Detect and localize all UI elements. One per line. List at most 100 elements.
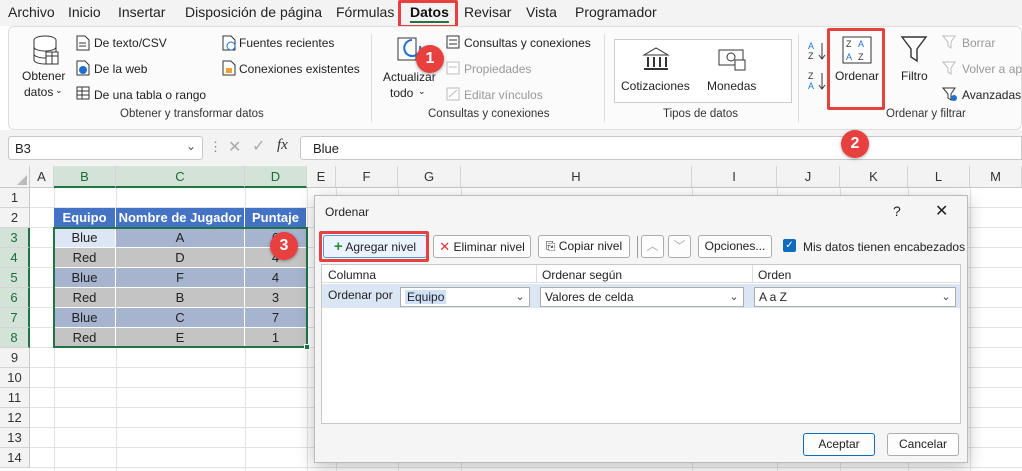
col-header-e[interactable]: E: [307, 166, 336, 188]
col-header-b[interactable]: B: [54, 166, 116, 188]
col-header-f[interactable]: F: [336, 166, 398, 188]
row-header[interactable]: 5: [0, 268, 30, 288]
menu-revisar[interactable]: Revisar: [464, 4, 511, 20]
order-header: Orden: [758, 268, 792, 282]
de-texto-csv-button[interactable]: De texto/CSV: [94, 36, 167, 50]
headers-checkbox[interactable]: ✓: [783, 239, 796, 252]
group-label-tipos: Tipos de datos: [663, 108, 739, 120]
delete-level-button[interactable]: ✕ Eliminar nivel: [433, 235, 531, 258]
table-icon: [76, 86, 90, 100]
delete-x-icon: ✕: [439, 239, 451, 254]
highlight-add-level: [319, 231, 429, 262]
col-header-l[interactable]: L: [908, 166, 970, 188]
svg-text:Z: Z: [808, 51, 814, 61]
cancel-button[interactable]: Cancelar: [887, 433, 959, 456]
help-button[interactable]: ?: [893, 203, 901, 219]
move-up-button[interactable]: ︿: [641, 235, 664, 258]
order-select[interactable]: A a Z ⌄: [754, 287, 956, 307]
menu-inicio[interactable]: Inicio: [68, 4, 101, 20]
volver-aplicar-button[interactable]: Volver a apl: [962, 62, 1022, 76]
col-header-k[interactable]: K: [840, 166, 908, 188]
col-header-d[interactable]: D: [245, 166, 307, 188]
sort-on-header: Ordenar según: [542, 268, 623, 282]
row-header[interactable]: 14: [0, 448, 30, 468]
consultas-conexiones-button[interactable]: Consultas y conexiones: [464, 36, 591, 50]
svg-text:A: A: [808, 81, 814, 91]
row-header[interactable]: 9: [0, 348, 30, 368]
row-header[interactable]: 13: [0, 428, 30, 448]
copy-icon: ⎘: [545, 239, 556, 253]
recent-sources-icon: [222, 35, 236, 51]
actualizar-label-2[interactable]: todo: [390, 86, 413, 100]
select-all-corner[interactable]: [0, 166, 30, 188]
row-header[interactable]: 11: [0, 388, 30, 408]
step-badge-3: 3: [270, 232, 298, 260]
group-label-consultas: Consultas y conexiones: [428, 108, 550, 120]
row-header[interactable]: 8: [0, 328, 30, 348]
fuentes-recientes-button[interactable]: Fuentes recientes: [239, 36, 334, 50]
chevron-down-icon[interactable]: ⌄: [186, 139, 196, 153]
menu-insertar[interactable]: Insertar: [118, 4, 165, 20]
propiedades-button[interactable]: Propiedades: [464, 62, 531, 76]
menu-programador[interactable]: Programador: [575, 4, 657, 20]
row-header[interactable]: 4: [0, 248, 30, 268]
obtener-datos-label-2[interactable]: datos: [24, 85, 53, 99]
col-header-j[interactable]: J: [777, 166, 840, 188]
row-header[interactable]: 6: [0, 288, 30, 308]
move-down-button[interactable]: ﹀: [668, 235, 691, 258]
avanzadas-button[interactable]: Avanzadas: [962, 88, 1021, 102]
chevron-down-icon: ⌄: [941, 291, 951, 303]
queries-icon: [446, 35, 460, 49]
row-header[interactable]: 12: [0, 408, 30, 428]
formula-input[interactable]: Blue: [300, 136, 1022, 160]
monedas-button[interactable]: Monedas: [707, 79, 756, 93]
headers-checkbox-label[interactable]: Mis datos tienen encabezados: [803, 240, 965, 254]
col-header-h[interactable]: H: [461, 166, 692, 188]
close-icon[interactable]: ✕: [935, 201, 948, 221]
group-separator: [798, 34, 799, 122]
sort-za-icon[interactable]: ZA: [806, 70, 828, 92]
de-tabla-button[interactable]: De una tabla o rango: [94, 88, 206, 102]
filtro-button[interactable]: Filtro: [901, 69, 928, 83]
corner-triangle-icon: [17, 175, 27, 185]
more-options-icon[interactable]: ⋮: [209, 139, 222, 155]
sort-on-select[interactable]: Valores de celda ⌄: [540, 287, 744, 307]
fx-icon[interactable]: fx: [277, 137, 288, 154]
col-header-i[interactable]: I: [692, 166, 777, 188]
options-button[interactable]: Opciones...: [698, 235, 772, 258]
cotizaciones-button[interactable]: Cotizaciones: [621, 79, 690, 93]
de-la-web-button[interactable]: De la web: [94, 62, 147, 76]
fill-handle[interactable]: [304, 344, 310, 350]
sort-by-label: Ordenar por: [328, 288, 393, 302]
order-value: A a Z: [759, 290, 788, 304]
editar-vinculos-button[interactable]: Editar vínculos: [464, 88, 543, 102]
check-icon[interactable]: ✓: [252, 136, 265, 156]
cancel-icon[interactable]: ✕: [228, 137, 241, 157]
toolbar-divider: [637, 236, 638, 258]
column-select[interactable]: Equipo ⌄: [400, 287, 530, 307]
menu-archivo[interactable]: Archivo: [8, 4, 55, 20]
step-badge-2: 2: [841, 130, 869, 158]
obtener-datos-label-1[interactable]: Obtener: [22, 69, 65, 83]
col-header-c[interactable]: C: [116, 166, 245, 188]
col-header-m[interactable]: M: [970, 166, 1022, 188]
table-header-equipo[interactable]: Equipo: [54, 208, 116, 228]
row-header[interactable]: 7: [0, 308, 30, 328]
copy-level-button[interactable]: ⎘ Copiar nivel: [538, 235, 630, 258]
row-header[interactable]: 1: [0, 188, 30, 208]
table-header-puntaje[interactable]: Puntaje: [245, 208, 307, 228]
row-header[interactable]: 10: [0, 368, 30, 388]
menu-vista[interactable]: Vista: [526, 4, 557, 20]
col-header-g[interactable]: G: [398, 166, 461, 188]
row-header[interactable]: 3: [0, 228, 30, 248]
name-box[interactable]: B3 ⌄: [8, 136, 203, 160]
col-header-a[interactable]: A: [30, 166, 54, 188]
menu-disposicion[interactable]: Disposición de página: [185, 4, 322, 20]
borrar-button[interactable]: Borrar: [962, 36, 995, 50]
row-header[interactable]: 2: [0, 208, 30, 228]
accept-button[interactable]: Aceptar: [803, 433, 875, 456]
menu-formulas[interactable]: Fórmulas: [336, 4, 394, 20]
conexiones-existentes-button[interactable]: Conexiones existentes: [239, 62, 360, 76]
sort-az-icon[interactable]: AZ: [806, 40, 828, 62]
table-header-jugador[interactable]: Nombre de Jugador: [116, 208, 245, 228]
